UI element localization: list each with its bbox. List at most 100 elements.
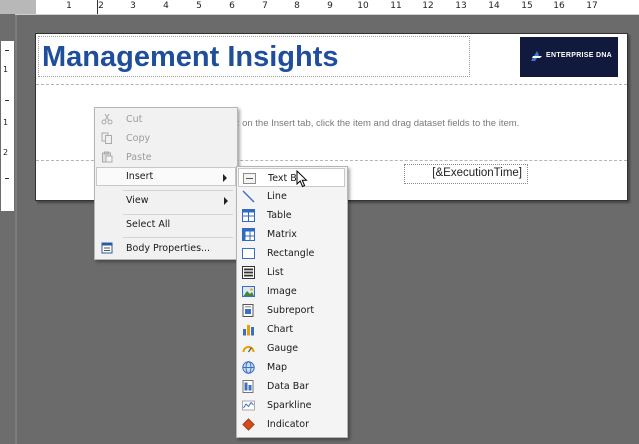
menu-item-label: Select All (126, 219, 171, 230)
image-icon (242, 286, 255, 297)
ruler-number: 2 (3, 148, 9, 157)
databar-icon (242, 380, 254, 393)
ruler-tick (5, 100, 9, 101)
logo-image[interactable]: ENTERPRISE DNA (520, 37, 618, 77)
ruler-number: 1 (3, 118, 9, 127)
submenu-item-label: Chart (267, 324, 294, 335)
horizontal-ruler: 1 2 3 4 5 6 7 8 9 10 11 12 13 14 15 16 1… (0, 0, 639, 15)
menu-item-select-all[interactable]: Select All (96, 215, 236, 234)
chart-icon (243, 325, 254, 336)
ruler-tick (5, 178, 9, 179)
ruler-number: 14 (488, 1, 500, 11)
context-menu: Cut Copy Paste Insert View Select All Bo… (94, 107, 238, 260)
submenu-item-label: Line (267, 191, 287, 202)
scissors-icon (101, 113, 113, 125)
submenu-item-chart[interactable]: Chart (238, 320, 345, 339)
title-textbox[interactable]: Management Insights (38, 36, 470, 77)
menu-item-insert[interactable]: Insert (96, 167, 236, 186)
indicator-icon (242, 418, 255, 431)
submenu-item-label: Image (267, 286, 297, 297)
logo-text: ENTERPRISE DNA (546, 52, 613, 59)
ruler-number: 17 (586, 1, 598, 11)
menu-item-view[interactable]: View (96, 191, 236, 210)
enterprise-dna-logo-icon (531, 51, 542, 61)
sparkline-icon (242, 400, 255, 411)
textbox-icon (243, 173, 256, 184)
submenu-item-table[interactable]: Table (238, 206, 345, 225)
submenu-item-label: Subreport (267, 305, 315, 316)
ruler-number: 3 (130, 1, 136, 11)
menu-item-label: Cut (126, 114, 143, 125)
header-separator[interactable] (36, 84, 627, 85)
submenu-item-label: List (267, 267, 284, 278)
ruler-number: 1 (3, 65, 9, 74)
submenu-arrow-icon (223, 174, 227, 182)
submenu-item-label: Map (267, 362, 288, 373)
canvas-edge (15, 15, 17, 444)
table-icon (242, 209, 255, 222)
insert-submenu: Text Bo Line Table Matrix Rectangle List… (236, 166, 348, 438)
menu-item-paste[interactable]: Paste (96, 148, 236, 167)
ruler-number: 12 (422, 1, 434, 11)
execution-time-text: [&ExecutionTime] (432, 167, 522, 179)
submenu-arrow-icon (224, 197, 228, 205)
gauge-icon (242, 346, 255, 353)
ruler-tick (5, 50, 9, 51)
ruler-number: 9 (327, 1, 333, 11)
ruler-number: 2 (98, 1, 104, 11)
submenu-item-label: Gauge (267, 343, 299, 354)
submenu-item-label: Indicator (267, 419, 309, 430)
ruler-number: 15 (521, 1, 533, 11)
ruler-number: 16 (553, 1, 565, 11)
ruler-number: 5 (196, 1, 202, 11)
report-title: Management Insights (42, 41, 339, 73)
submenu-item-label: Sparkline (267, 400, 312, 411)
submenu-item-label: Table (267, 210, 292, 221)
menu-item-copy[interactable]: Copy (96, 129, 236, 148)
submenu-item-label: Rectangle (267, 248, 315, 259)
vertical-ruler: 1 1 2 (0, 14, 15, 444)
list-icon (242, 266, 255, 279)
menu-item-body-properties[interactable]: Body Properties... (96, 239, 236, 258)
map-icon (242, 361, 255, 374)
submenu-item-line[interactable]: Line (238, 187, 345, 206)
ruler-margin (0, 0, 36, 14)
ruler-number: 7 (262, 1, 268, 11)
menu-item-cut[interactable]: Cut (96, 110, 236, 129)
ruler-number: 6 (229, 1, 235, 11)
mouse-cursor-icon (296, 170, 308, 188)
menu-item-label: Copy (126, 133, 151, 144)
body-hint-text: rt: on the Insert tab, click the item an… (231, 118, 520, 129)
submenu-item-list[interactable]: List (238, 263, 345, 282)
submenu-item-map[interactable]: Map (238, 358, 345, 377)
rectangle-icon (242, 248, 255, 259)
ruler-number: 1 (66, 1, 72, 11)
submenu-item-sparkline[interactable]: Sparkline (238, 396, 345, 415)
ruler-number: 13 (455, 1, 467, 11)
line-icon (242, 190, 255, 203)
subreport-icon (242, 304, 254, 317)
menu-item-label: Paste (126, 152, 152, 163)
submenu-item-label: Matrix (267, 229, 297, 240)
ruler-number: 11 (390, 1, 402, 11)
submenu-item-image[interactable]: Image (238, 282, 345, 301)
submenu-item-databar[interactable]: Data Bar (238, 377, 345, 396)
submenu-item-rectangle[interactable]: Rectangle (238, 244, 345, 263)
submenu-item-label: Data Bar (267, 381, 309, 392)
submenu-item-gauge[interactable]: Gauge (238, 339, 345, 358)
matrix-icon (242, 228, 255, 241)
menu-item-label: View (126, 195, 149, 206)
submenu-item-textbox[interactable]: Text Bo (238, 168, 345, 187)
properties-icon (101, 242, 113, 254)
ruler-number: 10 (357, 1, 369, 11)
execution-time-textbox[interactable]: [&ExecutionTime] (404, 164, 528, 184)
ruler-number: 4 (163, 1, 169, 11)
menu-item-label: Body Properties... (126, 243, 211, 254)
submenu-item-indicator[interactable]: Indicator (238, 415, 345, 434)
menu-separator (123, 237, 233, 238)
paste-icon (102, 151, 113, 163)
submenu-item-subreport[interactable]: Subreport (238, 301, 345, 320)
menu-item-label: Insert (126, 171, 154, 182)
ruler-number: 8 (294, 1, 300, 11)
submenu-item-matrix[interactable]: Matrix (238, 225, 345, 244)
